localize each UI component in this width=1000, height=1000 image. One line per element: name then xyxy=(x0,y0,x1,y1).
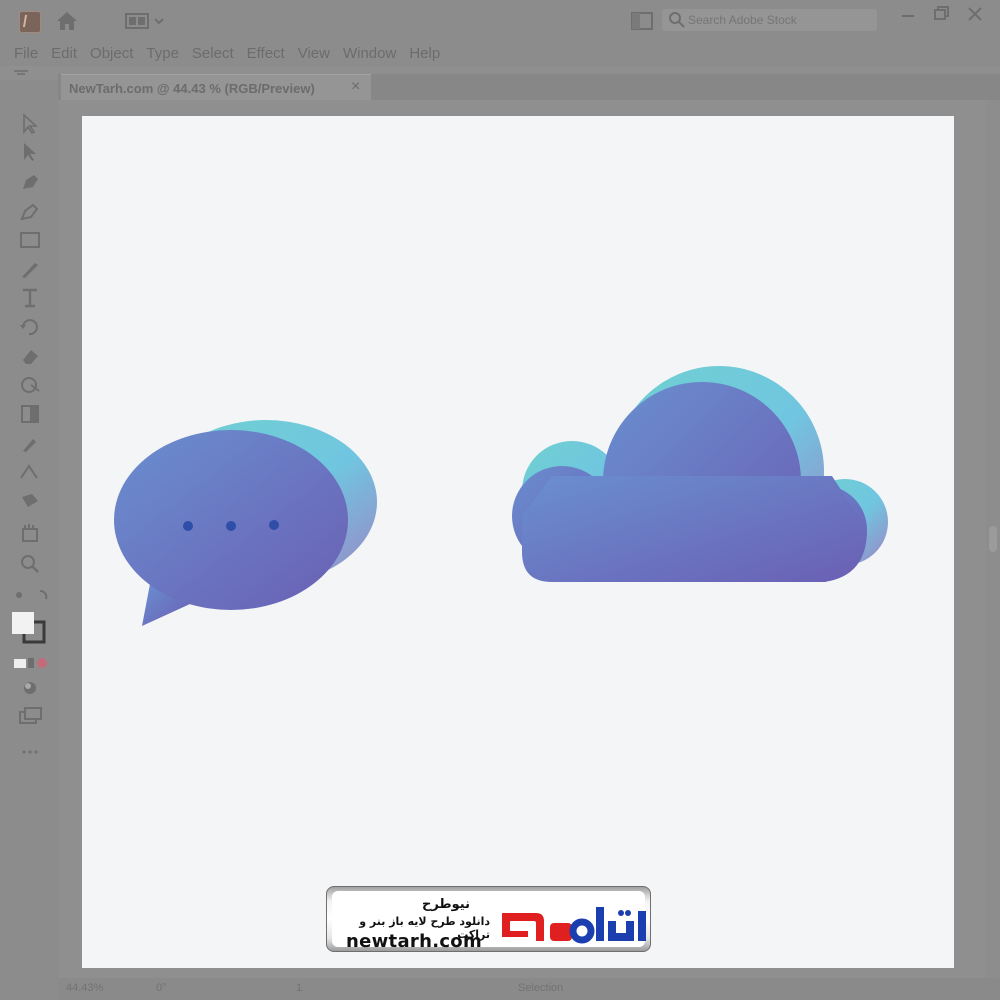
menu-window[interactable]: Window xyxy=(343,45,396,62)
search-icon xyxy=(669,12,685,28)
document-tab-title: NewTarh.com @ 44.43 % (RGB/Preview) xyxy=(69,81,315,96)
search-input[interactable] xyxy=(686,12,870,28)
pen-tool-icon[interactable] xyxy=(17,170,43,194)
zoom-level[interactable]: 44.43% xyxy=(66,982,103,994)
menu-type[interactable]: Type xyxy=(146,45,179,62)
menu-view[interactable]: View xyxy=(298,45,330,62)
watermark-url: newtarh.com xyxy=(346,931,483,952)
typing-dot xyxy=(269,520,279,530)
newtarh-watermark: نیوطرح دانلود طرح لایه باز بنر و تراکت n… xyxy=(326,886,651,952)
scrollbar-thumb[interactable] xyxy=(989,526,997,552)
menu-select[interactable]: Select xyxy=(192,45,234,62)
blend-tool-icon[interactable] xyxy=(17,460,43,484)
artboard-number[interactable]: 1 xyxy=(296,982,302,994)
screen-mode-icon[interactable] xyxy=(17,704,43,728)
vertical-scrollbar[interactable] xyxy=(986,100,1000,978)
hand-tool-icon[interactable] xyxy=(17,521,43,545)
draw-mode-icon[interactable] xyxy=(17,676,43,700)
watermark-brand-name: نیوطرح xyxy=(421,897,470,912)
status-bar: 44.43% 0° 1 Selection xyxy=(58,978,1000,1000)
menu-file[interactable]: File xyxy=(14,45,38,62)
direct-selection-tool-icon[interactable] xyxy=(17,140,43,164)
rotate-tool-icon[interactable] xyxy=(17,315,43,339)
shape-builder-tool-icon[interactable] xyxy=(17,373,43,397)
eraser-tool-icon[interactable] xyxy=(17,344,43,368)
more-tools-icon[interactable] xyxy=(17,740,43,764)
selection-tool-icon[interactable] xyxy=(17,112,43,136)
watermark-panel: نیوطرح دانلود طرح لایه باز بنر و تراکت n… xyxy=(332,891,646,952)
document-tab[interactable]: NewTarh.com @ 44.43 % (RGB/Preview) × xyxy=(61,74,371,101)
fill-stroke-swatch[interactable] xyxy=(10,610,50,644)
restore-icon[interactable] xyxy=(930,4,952,24)
menu-effect[interactable]: Effect xyxy=(247,45,285,62)
workspace-switcher-icon[interactable] xyxy=(125,13,165,29)
gradient-tool-icon[interactable] xyxy=(17,402,43,426)
cloud-icon xyxy=(512,366,888,582)
minimize-icon[interactable] xyxy=(897,4,919,24)
newtarh-logo xyxy=(502,907,646,944)
close-window-icon[interactable] xyxy=(964,4,986,24)
title-bar xyxy=(0,0,1000,40)
search-stock-field[interactable] xyxy=(662,9,877,31)
home-icon[interactable] xyxy=(54,10,80,32)
collapse-panel-icon[interactable] xyxy=(10,68,50,78)
typing-dot xyxy=(183,521,193,531)
menu-bar: File Edit Object Type Select Effect View… xyxy=(0,40,1000,66)
current-tool-name: Selection xyxy=(518,982,564,994)
document-tab-bar: NewTarh.com @ 44.43 % (RGB/Preview) × xyxy=(58,74,1000,101)
speech-bubble-icon xyxy=(114,420,377,626)
menu-edit[interactable]: Edit xyxy=(51,45,77,62)
artwork-canvas xyxy=(114,366,888,626)
tools-panel xyxy=(0,80,58,1000)
eyedropper-tool-icon[interactable] xyxy=(17,431,43,455)
typing-dot xyxy=(226,521,236,531)
rotation-value[interactable]: 0° xyxy=(156,982,167,994)
paintbrush-tool-icon[interactable] xyxy=(17,257,43,281)
menu-object[interactable]: Object xyxy=(90,45,133,62)
illustrator-logo-icon xyxy=(19,11,41,33)
swap-fill-stroke-icon[interactable] xyxy=(10,585,54,609)
zoom-tool-icon[interactable] xyxy=(17,552,43,576)
rectangle-tool-icon[interactable] xyxy=(17,228,43,252)
color-mode-icon[interactable] xyxy=(12,652,52,676)
menu-help[interactable]: Help xyxy=(409,45,440,62)
artboard[interactable] xyxy=(82,116,954,968)
artboard-tool-icon[interactable] xyxy=(17,489,43,513)
type-tool-icon[interactable] xyxy=(17,286,43,310)
arrange-documents-icon[interactable] xyxy=(631,12,653,30)
curvature-tool-icon[interactable] xyxy=(17,199,43,223)
close-tab-icon[interactable]: × xyxy=(351,78,360,96)
